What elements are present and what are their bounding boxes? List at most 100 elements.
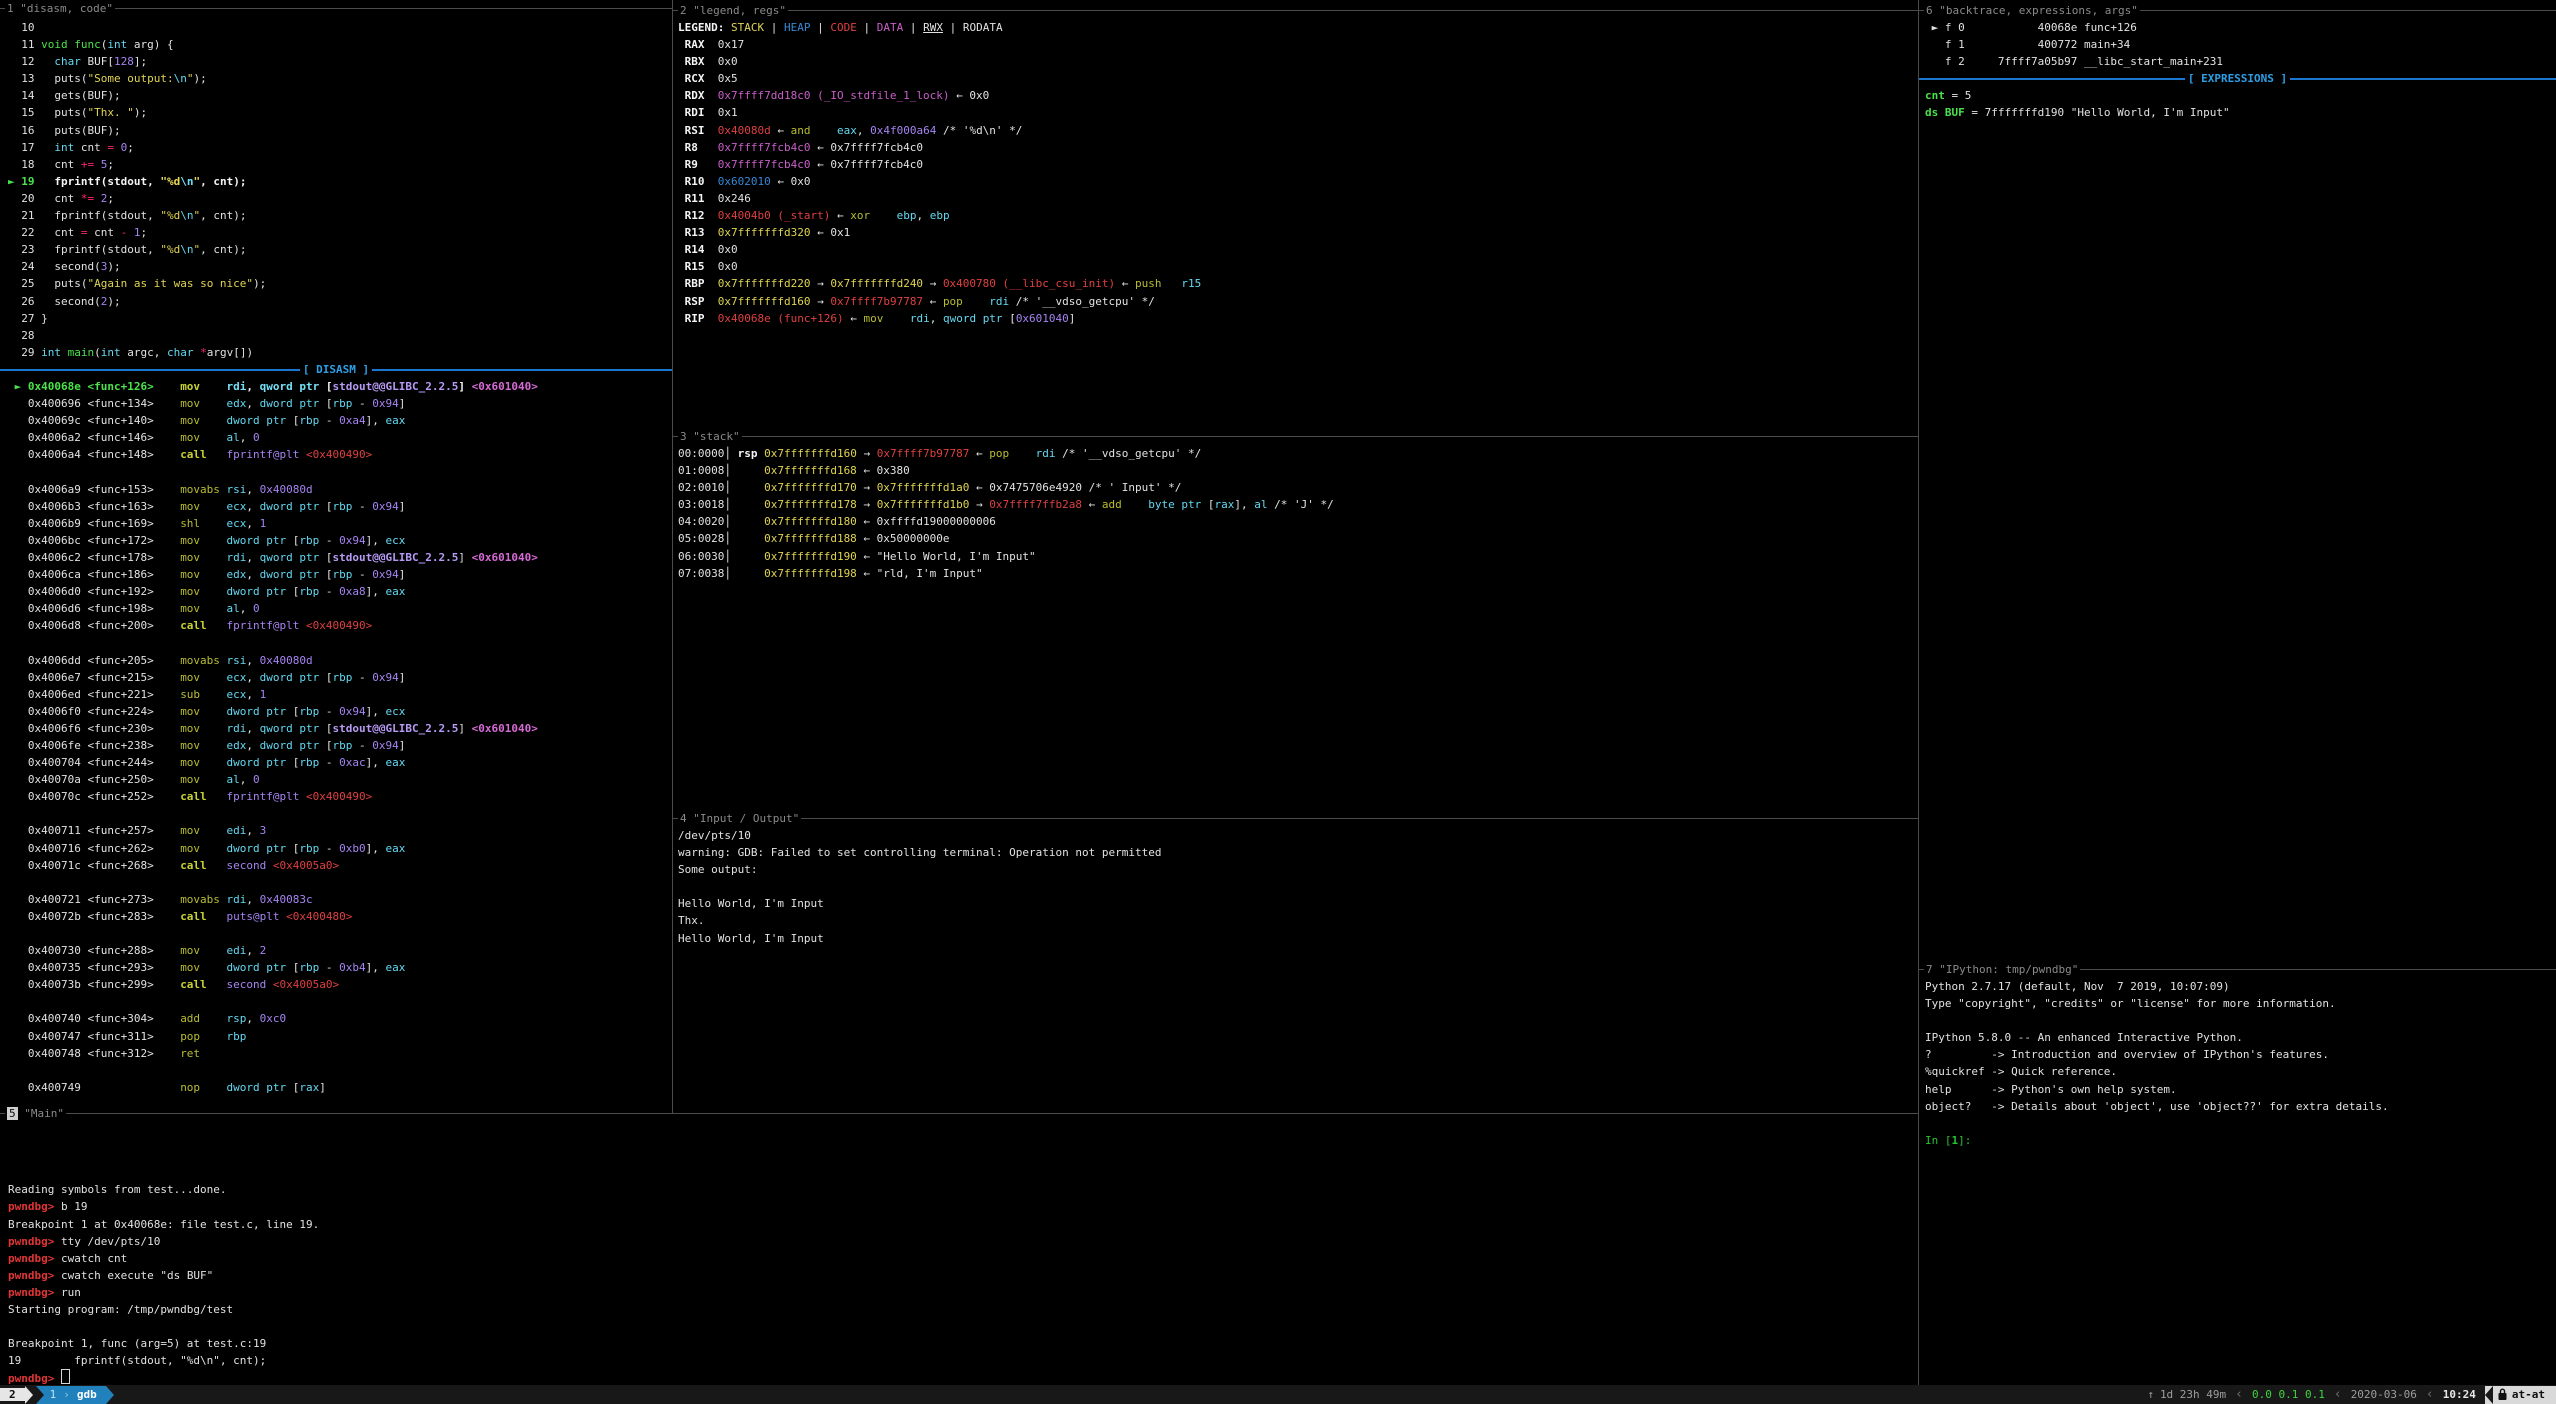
pane-registers[interactable]: LEGEND: STACK | HEAP | CODE | DATA | RWX… [678, 19, 1918, 419]
terminal-line: 24 second(3); [8, 258, 672, 275]
terminal-line: 0x400704 <func+244> mov dword ptr [rbp -… [8, 754, 672, 771]
terminal-line: 0x40069c <func+140> mov dword ptr [rbp -… [8, 412, 672, 429]
terminal-line: 22 cnt = cnt - 1; [8, 224, 672, 241]
terminal-line: RSI 0x40080d ← and eax, 0x4f000a64 /* '%… [678, 122, 1918, 139]
pane-source-code[interactable]: 10 11 void func(int arg) { 12 char BUF[1… [8, 19, 672, 361]
pane-disassembly[interactable]: ► 0x40068e <func+126> mov rdi, qword ptr… [8, 378, 672, 1105]
terminal-line: %quickref -> Quick reference. [1925, 1063, 2556, 1080]
terminal-line: 06:0030│ 0x7fffffffd190 ← "Hello World, … [678, 548, 1918, 565]
terminal-line [8, 1062, 672, 1079]
terminal-line: 18 cnt += 5; [8, 156, 672, 173]
tmux-window-tab-gdb[interactable]: 1 › gdb [36, 1386, 106, 1404]
pane-title-stack: 3 "stack" [673, 428, 1918, 444]
terminal-line: RDI 0x1 [678, 104, 1918, 121]
terminal-line [1925, 1115, 2556, 1132]
terminal-line: 0x400740 <func+304> add rsp, 0xc0 [8, 1010, 672, 1027]
terminal-line: 0x4006ca <func+186> mov edx, dword ptr [… [8, 566, 672, 583]
terminal-line [8, 874, 672, 891]
terminal-line: 17 int cnt = 0; [8, 139, 672, 156]
status-left: 2 1 › gdb [0, 1385, 114, 1404]
pane-title-legend-regs: 2 "legend, regs" [673, 2, 1918, 18]
terminal-line [8, 805, 672, 822]
lock-icon [2498, 1388, 2507, 1401]
pane-title-backtrace: 6 "backtrace, expressions, args" [1919, 2, 2556, 18]
disasm-section-header: [ DISASM ] [0, 361, 672, 378]
terminal-line: Thx. [678, 912, 1918, 929]
terminal-line: pwndbg> cwatch cnt [8, 1250, 1908, 1267]
terminal-line: ? -> Introduction and overview of IPytho… [1925, 1046, 2556, 1063]
terminal-line [8, 925, 672, 942]
terminal-line: Some output: [678, 861, 1918, 878]
powerline-arrow-icon [2485, 1386, 2493, 1404]
terminal-line: 14 gets(BUF); [8, 87, 672, 104]
hostname: at-at [2512, 1388, 2545, 1401]
pane-program-io[interactable]: /dev/pts/10warning: GDB: Failed to set c… [678, 827, 1918, 1097]
terminal-line: 0x4006bc <func+172> mov dword ptr [rbp -… [8, 532, 672, 549]
terminal-line: 0x4006d6 <func+198> mov al, 0 [8, 600, 672, 617]
terminal-line: cnt = 5 [1925, 87, 2556, 104]
terminal-line [8, 463, 672, 480]
terminal-line: R14 0x0 [678, 241, 1918, 258]
terminal-line: 0x4006fe <func+238> mov edx, dword ptr [… [8, 737, 672, 754]
terminal-line: pwndbg> cwatch execute "ds BUF" [8, 1267, 1908, 1284]
terminal-line: RIP 0x40068e (func+126) ← mov rdi, qword… [678, 310, 1918, 327]
terminal-line: 28 [8, 327, 672, 344]
terminal-line: pwndbg> run [8, 1284, 1908, 1301]
terminal-line: pwndbg> b 19 [8, 1198, 1908, 1215]
terminal-line: 0x4006b9 <func+169> shl ecx, 1 [8, 515, 672, 532]
window-name: gdb [77, 1388, 97, 1401]
terminal-line: 07:0038│ 0x7fffffffd198 ← "rld, I'm Inpu… [678, 565, 1918, 582]
terminal-line: 0x400716 <func+262> mov dword ptr [rbp -… [8, 840, 672, 857]
terminal-line: 23 fprintf(stdout, "%d\n", cnt); [8, 241, 672, 258]
terminal-line: 0x400747 <func+311> pop rbp [8, 1028, 672, 1045]
terminal-line: 0x4006a4 <func+148> call fprintf@plt <0x… [8, 446, 672, 463]
terminal-line: RAX 0x17 [678, 36, 1918, 53]
terminal-line: 0x4006a9 <func+153> movabs rsi, 0x40080d [8, 481, 672, 498]
terminal-line: Type "copyright", "credits" or "license"… [1925, 995, 2556, 1012]
terminal-line: 19 fprintf(stdout, "%d\n", cnt); [8, 1352, 1908, 1369]
pane-expressions[interactable]: cnt = 5ds BUF = 7fffffffd190 "Hello Worl… [1925, 87, 2556, 127]
expressions-section-header: [ EXPRESSIONS ] [1919, 70, 2556, 87]
terminal-line: RSP 0x7fffffffd160 → 0x7ffff7b97787 ← po… [678, 293, 1918, 310]
terminal-line: /dev/pts/10 [678, 827, 1918, 844]
terminal-line: 0x40070a <func+250> mov al, 0 [8, 771, 672, 788]
terminal-line: 0x4006f6 <func+230> mov rdi, qword ptr [… [8, 720, 672, 737]
terminal-line: 02:0010│ 0x7fffffffd170 → 0x7fffffffd1a0… [678, 479, 1918, 496]
terminal-line [8, 1130, 1908, 1147]
status-date: 2020-03-06 [2351, 1388, 2417, 1401]
terminal-line: R11 0x246 [678, 190, 1918, 207]
terminal-line: RBX 0x0 [678, 53, 1918, 70]
terminal-line: ds BUF = 7fffffffd190 "Hello World, I'm … [1925, 104, 2556, 121]
terminal-line: 13 puts("Some output:\n"); [8, 70, 672, 87]
terminal-line: 0x4006ed <func+221> sub ecx, 1 [8, 686, 672, 703]
terminal-line: 29 int main(int argc, char *argv[]) [8, 344, 672, 361]
pane-stack[interactable]: 00:0000│ rsp 0x7fffffffd160 → 0x7ffff7b9… [678, 445, 1918, 805]
terminal-line: 0x40073b <func+299> call second <0x4005a… [8, 976, 672, 993]
terminal-line: 0x4006a2 <func+146> mov al, 0 [8, 429, 672, 446]
terminal-line: RDX 0x7ffff7dd18c0 (_IO_stdfile_1_lock) … [678, 87, 1918, 104]
terminal-line: pwndbg> tty /dev/pts/10 [8, 1233, 1908, 1250]
terminal-line: 21 fprintf(stdout, "%d\n", cnt); [8, 207, 672, 224]
terminal-line: 11 void func(int arg) { [8, 36, 672, 53]
tmux-session-badge[interactable]: 2 [0, 1388, 25, 1401]
terminal-line: 20 cnt *= 2; [8, 190, 672, 207]
terminal-line: Breakpoint 1, func (arg=5) at test.c:19 [8, 1335, 1908, 1352]
terminal-line: 0x40072b <func+283> call puts@plt <0x400… [8, 908, 672, 925]
terminal-line [8, 1113, 1908, 1130]
uptime: ↑1d 23h 49m [2147, 1388, 2226, 1401]
chevron-left-icon: ‹ [2334, 1387, 2342, 1402]
terminal-line: 0x40071c <func+268> call second <0x4005a… [8, 857, 672, 874]
terminal-line [8, 634, 672, 651]
terminal-line: 16 puts(BUF); [8, 122, 672, 139]
pane-backtrace-frames[interactable]: ► f 0 40068e func+126 f 1 400772 main+34… [1925, 19, 2556, 71]
terminal-line: 05:0028│ 0x7fffffffd188 ← 0x50000000e [678, 530, 1918, 547]
pane-title-ipython: 7 "IPython: tmp/pwndbg" [1919, 961, 2556, 977]
pane-ipython[interactable]: Python 2.7.17 (default, Nov 7 2019, 10:0… [1925, 978, 2556, 1378]
terminal-line [8, 1147, 1908, 1164]
pane-title-disasm-code: 1 "disasm, code" [0, 0, 672, 16]
hostname-badge: at-at [2485, 1386, 2556, 1404]
terminal-line: 0x400748 <func+312> ret [8, 1045, 672, 1062]
terminal-line: 10 [8, 19, 672, 36]
status-clock: 10:24 [2443, 1388, 2476, 1401]
pane-gdb-console[interactable]: Reading symbols from test...done.pwndbg>… [8, 1113, 1908, 1385]
